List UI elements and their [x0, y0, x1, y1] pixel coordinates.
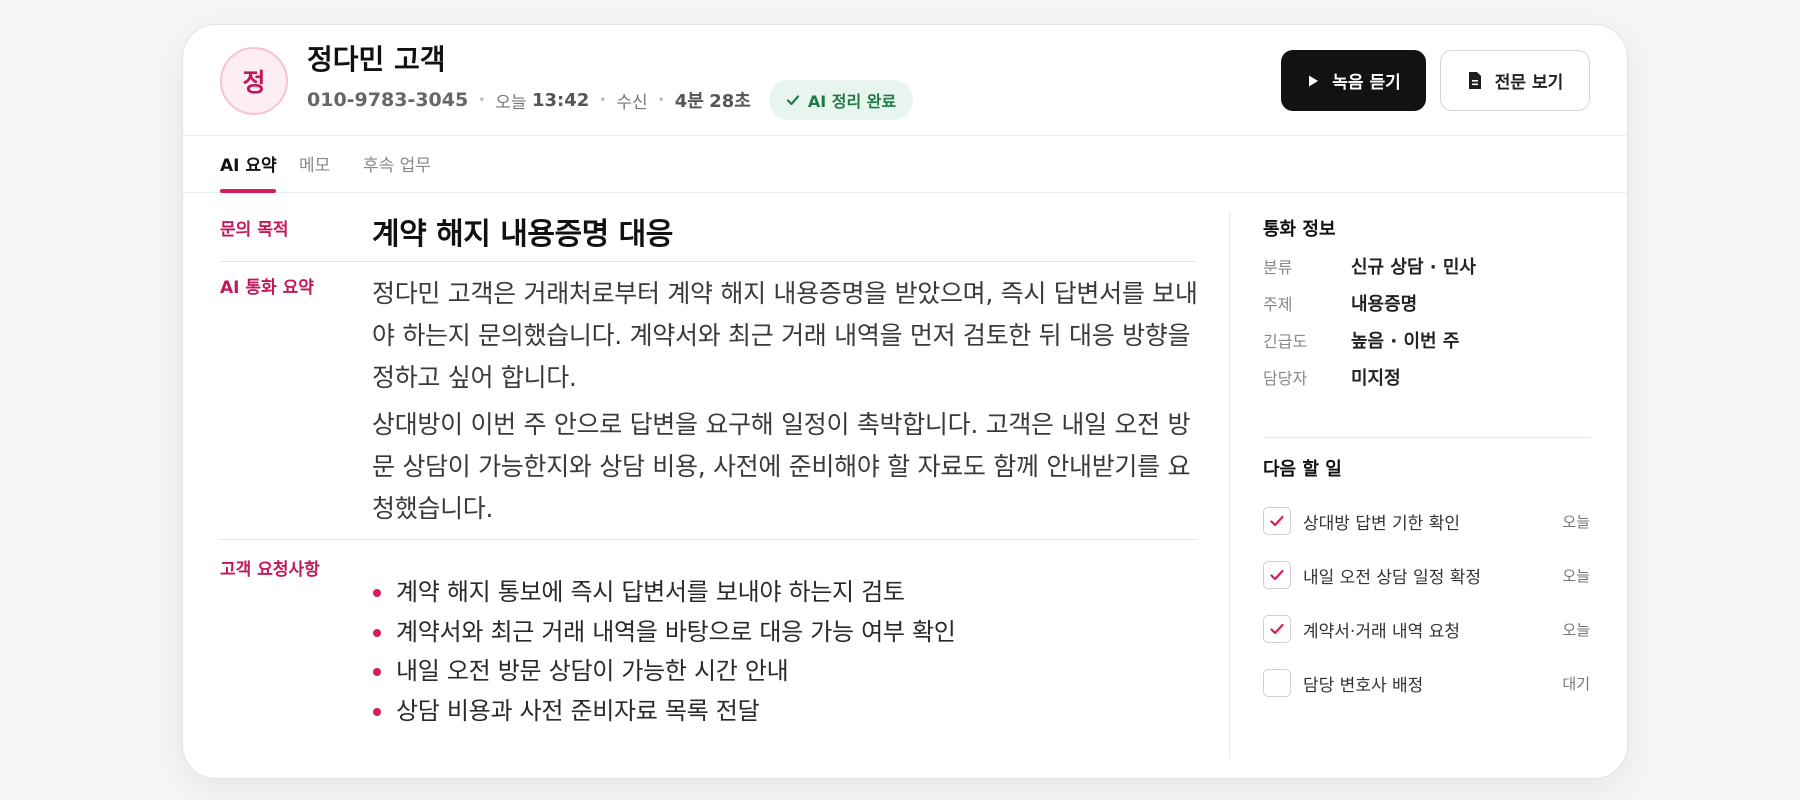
- call-time: 13:42: [531, 89, 590, 111]
- todo-text: 계약서·거래 내역 요청: [1303, 621, 1460, 642]
- call-meta: 010-9783-3045 • 오늘 13:42 • 수신 • 4분 28초 A…: [307, 80, 914, 120]
- todo-item: 내일 오전 상담 일정 확정 오늘: [1263, 560, 1590, 590]
- tab-memo[interactable]: 메모: [299, 151, 330, 176]
- call-day: 오늘: [495, 92, 527, 113]
- todo-due: 오늘: [1562, 512, 1590, 531]
- todo-text: 상대방 답변 기한 확인: [1303, 513, 1460, 534]
- info-row-topic: 주제 내용증명: [1263, 284, 1593, 321]
- document-icon: [1468, 72, 1481, 89]
- panel-separator: [1263, 437, 1590, 438]
- info-key: 주제: [1263, 294, 1293, 314]
- todo-text: 내일 오전 상담 일정 확정: [1303, 567, 1482, 588]
- duration-seconds: 28초: [709, 91, 751, 112]
- call-detail-card: 정 정다민 고객 010-9783-3045 • 오늘 13:42 • 수신 •…: [182, 24, 1628, 779]
- todo-checkbox[interactable]: [1263, 561, 1291, 589]
- todo-checkbox[interactable]: [1263, 669, 1291, 697]
- info-row-category: 분류 신규 상담 · 민사: [1263, 247, 1593, 284]
- info-value: 내용증명: [1351, 293, 1418, 315]
- tab-follow-up[interactable]: 후속 업무: [363, 151, 431, 176]
- todo-item: 담당 변호사 배정 대기: [1263, 668, 1590, 698]
- request-item: 내일 오전 방문 상담이 가능한 시간 안내: [372, 652, 956, 692]
- view-transcript-label: 전문 보기: [1494, 73, 1564, 93]
- todo-item: 상대방 답변 기한 확인 오늘: [1263, 506, 1590, 536]
- section-divider: [220, 261, 1196, 262]
- avatar: 정: [220, 47, 288, 115]
- panel-divider: [1229, 213, 1230, 758]
- info-value: 높음 · 이번 주: [1351, 330, 1460, 352]
- info-value: 신규 상담 · 민사: [1351, 256, 1476, 278]
- todo-due: 대기: [1562, 674, 1590, 693]
- todo-title: 다음 할 일: [1263, 459, 1342, 480]
- requests-list: 계약 해지 통보에 즉시 답변서를 보내야 하는지 검토 계약서와 최근 거래 …: [372, 573, 956, 731]
- view-transcript-button[interactable]: 전문 보기: [1440, 50, 1590, 111]
- requests-label: 고객 요청사항: [220, 560, 320, 580]
- summary-label: AI 통화 요약: [220, 278, 314, 298]
- purpose-title: 계약 해지 내용증명 대응: [372, 217, 673, 252]
- info-value: 미지정: [1351, 367, 1401, 389]
- separator-dot: •: [599, 93, 607, 107]
- checkmark-icon: [1270, 623, 1284, 635]
- active-tab-indicator: [220, 189, 276, 193]
- purpose-label: 문의 목적: [220, 220, 289, 240]
- customer-name: 정다민 고객: [307, 43, 446, 76]
- checkmark-icon: [1270, 569, 1284, 581]
- play-icon: [1309, 75, 1319, 86]
- tab-bar: AI 요약 메모 후속 업무: [183, 136, 1627, 193]
- todo-due: 오늘: [1562, 566, 1590, 585]
- todo-text: 담당 변호사 배정: [1303, 675, 1424, 696]
- duration-minutes: 4분: [674, 91, 704, 112]
- info-key: 분류: [1263, 257, 1293, 277]
- tab-ai-summary[interactable]: AI 요약: [220, 151, 277, 176]
- listen-recording-label: 녹음 듣기: [1332, 73, 1401, 93]
- separator-dot: •: [478, 93, 486, 107]
- call-header: 정 정다민 고객 010-9783-3045 • 오늘 13:42 • 수신 •…: [183, 25, 1627, 136]
- check-icon: [786, 95, 799, 106]
- todo-item: 계약서·거래 내역 요청 오늘: [1263, 614, 1590, 644]
- separator-dot: •: [657, 93, 665, 107]
- call-direction: 수신: [616, 92, 648, 113]
- ai-status-badge: AI 정리 완료: [768, 80, 914, 120]
- section-divider: [220, 539, 1196, 540]
- summary-paragraph: 정다민 고객은 거래처로부터 계약 해지 내용증명을 받았으며, 즉시 답변서를…: [372, 279, 1198, 392]
- request-item: 상담 비용과 사전 준비자료 목록 전달: [372, 692, 956, 732]
- ai-status-text: AI 정리 완료: [807, 92, 897, 111]
- call-info-title: 통화 정보: [1263, 219, 1336, 240]
- info-key: 긴급도: [1263, 331, 1308, 351]
- todo-checkbox[interactable]: [1263, 507, 1291, 535]
- todo-due: 오늘: [1562, 620, 1590, 639]
- request-item: 계약서와 최근 거래 내역을 바탕으로 대응 가능 여부 확인: [372, 613, 956, 653]
- checkmark-icon: [1270, 515, 1284, 527]
- summary-paragraph: 상대방이 이번 주 안으로 답변을 요구해 일정이 촉박합니다. 고객은 내일 …: [372, 410, 1191, 523]
- todo-checkbox[interactable]: [1263, 615, 1291, 643]
- info-key: 담당자: [1263, 368, 1308, 388]
- listen-recording-button[interactable]: 녹음 듣기: [1281, 50, 1426, 111]
- info-row-urgency: 긴급도 높음 · 이번 주: [1263, 321, 1593, 358]
- phone-number: 010-9783-3045: [307, 89, 469, 111]
- info-row-assignee: 담당자 미지정: [1263, 358, 1593, 395]
- request-item: 계약 해지 통보에 즉시 답변서를 보내야 하는지 검토: [372, 573, 956, 613]
